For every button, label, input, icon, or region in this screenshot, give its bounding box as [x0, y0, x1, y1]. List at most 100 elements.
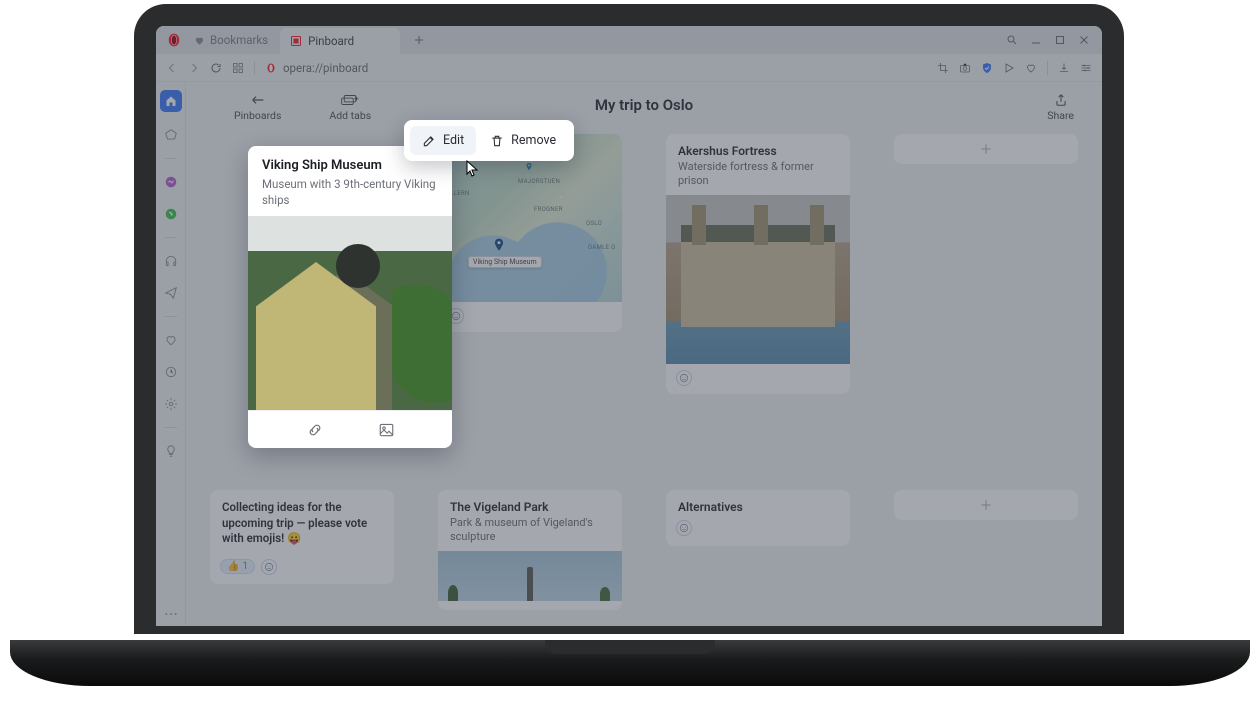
site-icon	[265, 62, 277, 74]
share-button[interactable]: Share	[1047, 93, 1078, 122]
reload-icon[interactable]	[210, 62, 222, 74]
pinboards-label: Pinboards	[234, 109, 281, 122]
address-bar: opera://pinboard	[156, 54, 1102, 82]
left-sidebar	[156, 82, 186, 626]
plus-icon	[979, 142, 993, 156]
add-tabs-button[interactable]: Add tabs	[329, 93, 371, 122]
add-tabs-label: Add tabs	[329, 109, 371, 122]
maximize-icon[interactable]	[1054, 34, 1066, 46]
divider	[1047, 61, 1048, 75]
image-icon[interactable]	[379, 423, 394, 437]
context-menu-edit-label: Edit	[443, 133, 464, 148]
play-icon[interactable]	[1003, 62, 1015, 74]
whatsapp-icon	[164, 207, 178, 221]
browser-window: Bookmarks Pinboard	[156, 26, 1102, 626]
add-tabs-icon	[341, 93, 359, 107]
sidebar-item-home[interactable]	[160, 90, 182, 112]
divider	[254, 61, 255, 75]
sidebar-item-settings[interactable]	[162, 395, 180, 413]
focused-card-description: Museum with 3 9th-century Viking ships	[262, 177, 438, 208]
pentagon-icon	[164, 128, 178, 142]
nav-forward-icon[interactable]	[188, 62, 200, 74]
card-note[interactable]: Collecting ideas for the upcoming trip —…	[210, 490, 394, 584]
sidebar-item-speed-dial[interactable]	[162, 126, 180, 144]
share-label: Share	[1047, 109, 1074, 122]
react-button[interactable]	[676, 520, 692, 536]
heart-outline-icon[interactable]	[1025, 62, 1037, 74]
nav-back-icon[interactable]	[166, 62, 178, 74]
paper-plane-icon	[164, 286, 178, 300]
heart-icon	[194, 35, 205, 46]
focused-card-image	[248, 216, 452, 410]
map-pin-icon	[556, 194, 566, 204]
map-area-label: FROGNER	[534, 206, 563, 213]
add-card-button[interactable]	[894, 490, 1078, 520]
map-pin-icon	[524, 162, 534, 172]
download-icon[interactable]	[1058, 62, 1070, 74]
easy-setup-icon[interactable]	[1080, 62, 1092, 74]
card-description: Waterside fortress & former prison	[678, 160, 838, 189]
trash-icon	[490, 134, 504, 148]
reaction-count: 1	[242, 561, 248, 572]
home-icon	[165, 95, 177, 107]
opera-logo-icon[interactable]	[166, 32, 182, 48]
card-alternatives[interactable]: Alternatives	[666, 490, 850, 546]
crop-icon[interactable]	[937, 62, 949, 74]
emoji-reaction-pill[interactable]: 👍1	[220, 559, 255, 574]
pinboard-tab-icon	[290, 35, 302, 47]
sidebar-item-more[interactable]	[164, 612, 178, 616]
context-menu: Edit Remove	[404, 120, 574, 161]
card-vigeland[interactable]: The Vigeland Park Park & museum of Vigel…	[438, 490, 622, 610]
add-card-button[interactable]	[894, 134, 1078, 164]
share-icon	[1052, 93, 1070, 107]
react-button[interactable]	[676, 370, 692, 386]
card-description: Park & museum of Vigeland's sculpture	[450, 516, 610, 545]
map-pin-label: Viking Ship Museum	[468, 256, 542, 268]
sidebar-item-hearts[interactable]	[162, 331, 180, 349]
camera-icon[interactable]	[959, 62, 971, 74]
url-field[interactable]: opera://pinboard	[265, 61, 368, 75]
sidebar-item-player[interactable]	[162, 252, 180, 270]
close-icon[interactable]	[1078, 34, 1090, 46]
card-title: Alternatives	[678, 500, 838, 514]
cursor-icon	[466, 160, 480, 178]
map-area-label: Oslo	[586, 220, 602, 227]
divider	[165, 158, 177, 159]
focused-card[interactable]: Viking Ship Museum Museum with 3 9th-cen…	[248, 146, 452, 448]
map-area-label: GAMLE O	[588, 244, 616, 251]
divider	[165, 427, 177, 428]
active-tab-label: Pinboard	[308, 34, 354, 48]
shield-icon[interactable]	[981, 62, 993, 74]
active-tab[interactable]: Pinboard	[280, 28, 400, 54]
minimize-icon[interactable]	[1030, 34, 1042, 46]
card-image	[666, 195, 850, 364]
plus-icon	[979, 498, 993, 512]
card-fortress[interactable]: Akershus Fortress Waterside fortress & f…	[666, 134, 850, 394]
new-tab-button[interactable]	[408, 29, 430, 51]
sidebar-item-send[interactable]	[162, 284, 180, 302]
lightbulb-icon	[164, 444, 178, 458]
pinboards-button[interactable]: Pinboards	[234, 93, 281, 122]
context-menu-remove[interactable]: Remove	[478, 126, 568, 155]
url-text: opera://pinboard	[283, 61, 368, 75]
sidebar-item-history[interactable]	[162, 363, 180, 381]
search-icon[interactable]	[1006, 34, 1018, 46]
map-pin-main-icon	[492, 238, 506, 252]
bookmarks-tab-label: Bookmarks	[210, 33, 268, 47]
tab-strip: Bookmarks Pinboard	[156, 26, 1102, 54]
dots-icon	[164, 612, 178, 616]
clock-icon	[164, 365, 178, 379]
sidebar-item-hint[interactable]	[162, 442, 180, 460]
note-text: Collecting ideas for the upcoming trip —…	[222, 500, 382, 547]
sidebar-item-messenger[interactable]	[162, 173, 180, 191]
context-menu-edit[interactable]: Edit	[410, 126, 476, 155]
card-image	[438, 551, 622, 601]
context-menu-remove-label: Remove	[511, 133, 556, 148]
grid-speed-dial-icon[interactable]	[232, 62, 244, 74]
divider	[165, 316, 177, 317]
link-icon[interactable]	[307, 423, 323, 437]
sidebar-item-whatsapp[interactable]	[162, 205, 180, 223]
messenger-icon	[164, 175, 178, 189]
react-button[interactable]	[261, 559, 277, 575]
bookmarks-tab[interactable]: Bookmarks	[190, 33, 280, 47]
